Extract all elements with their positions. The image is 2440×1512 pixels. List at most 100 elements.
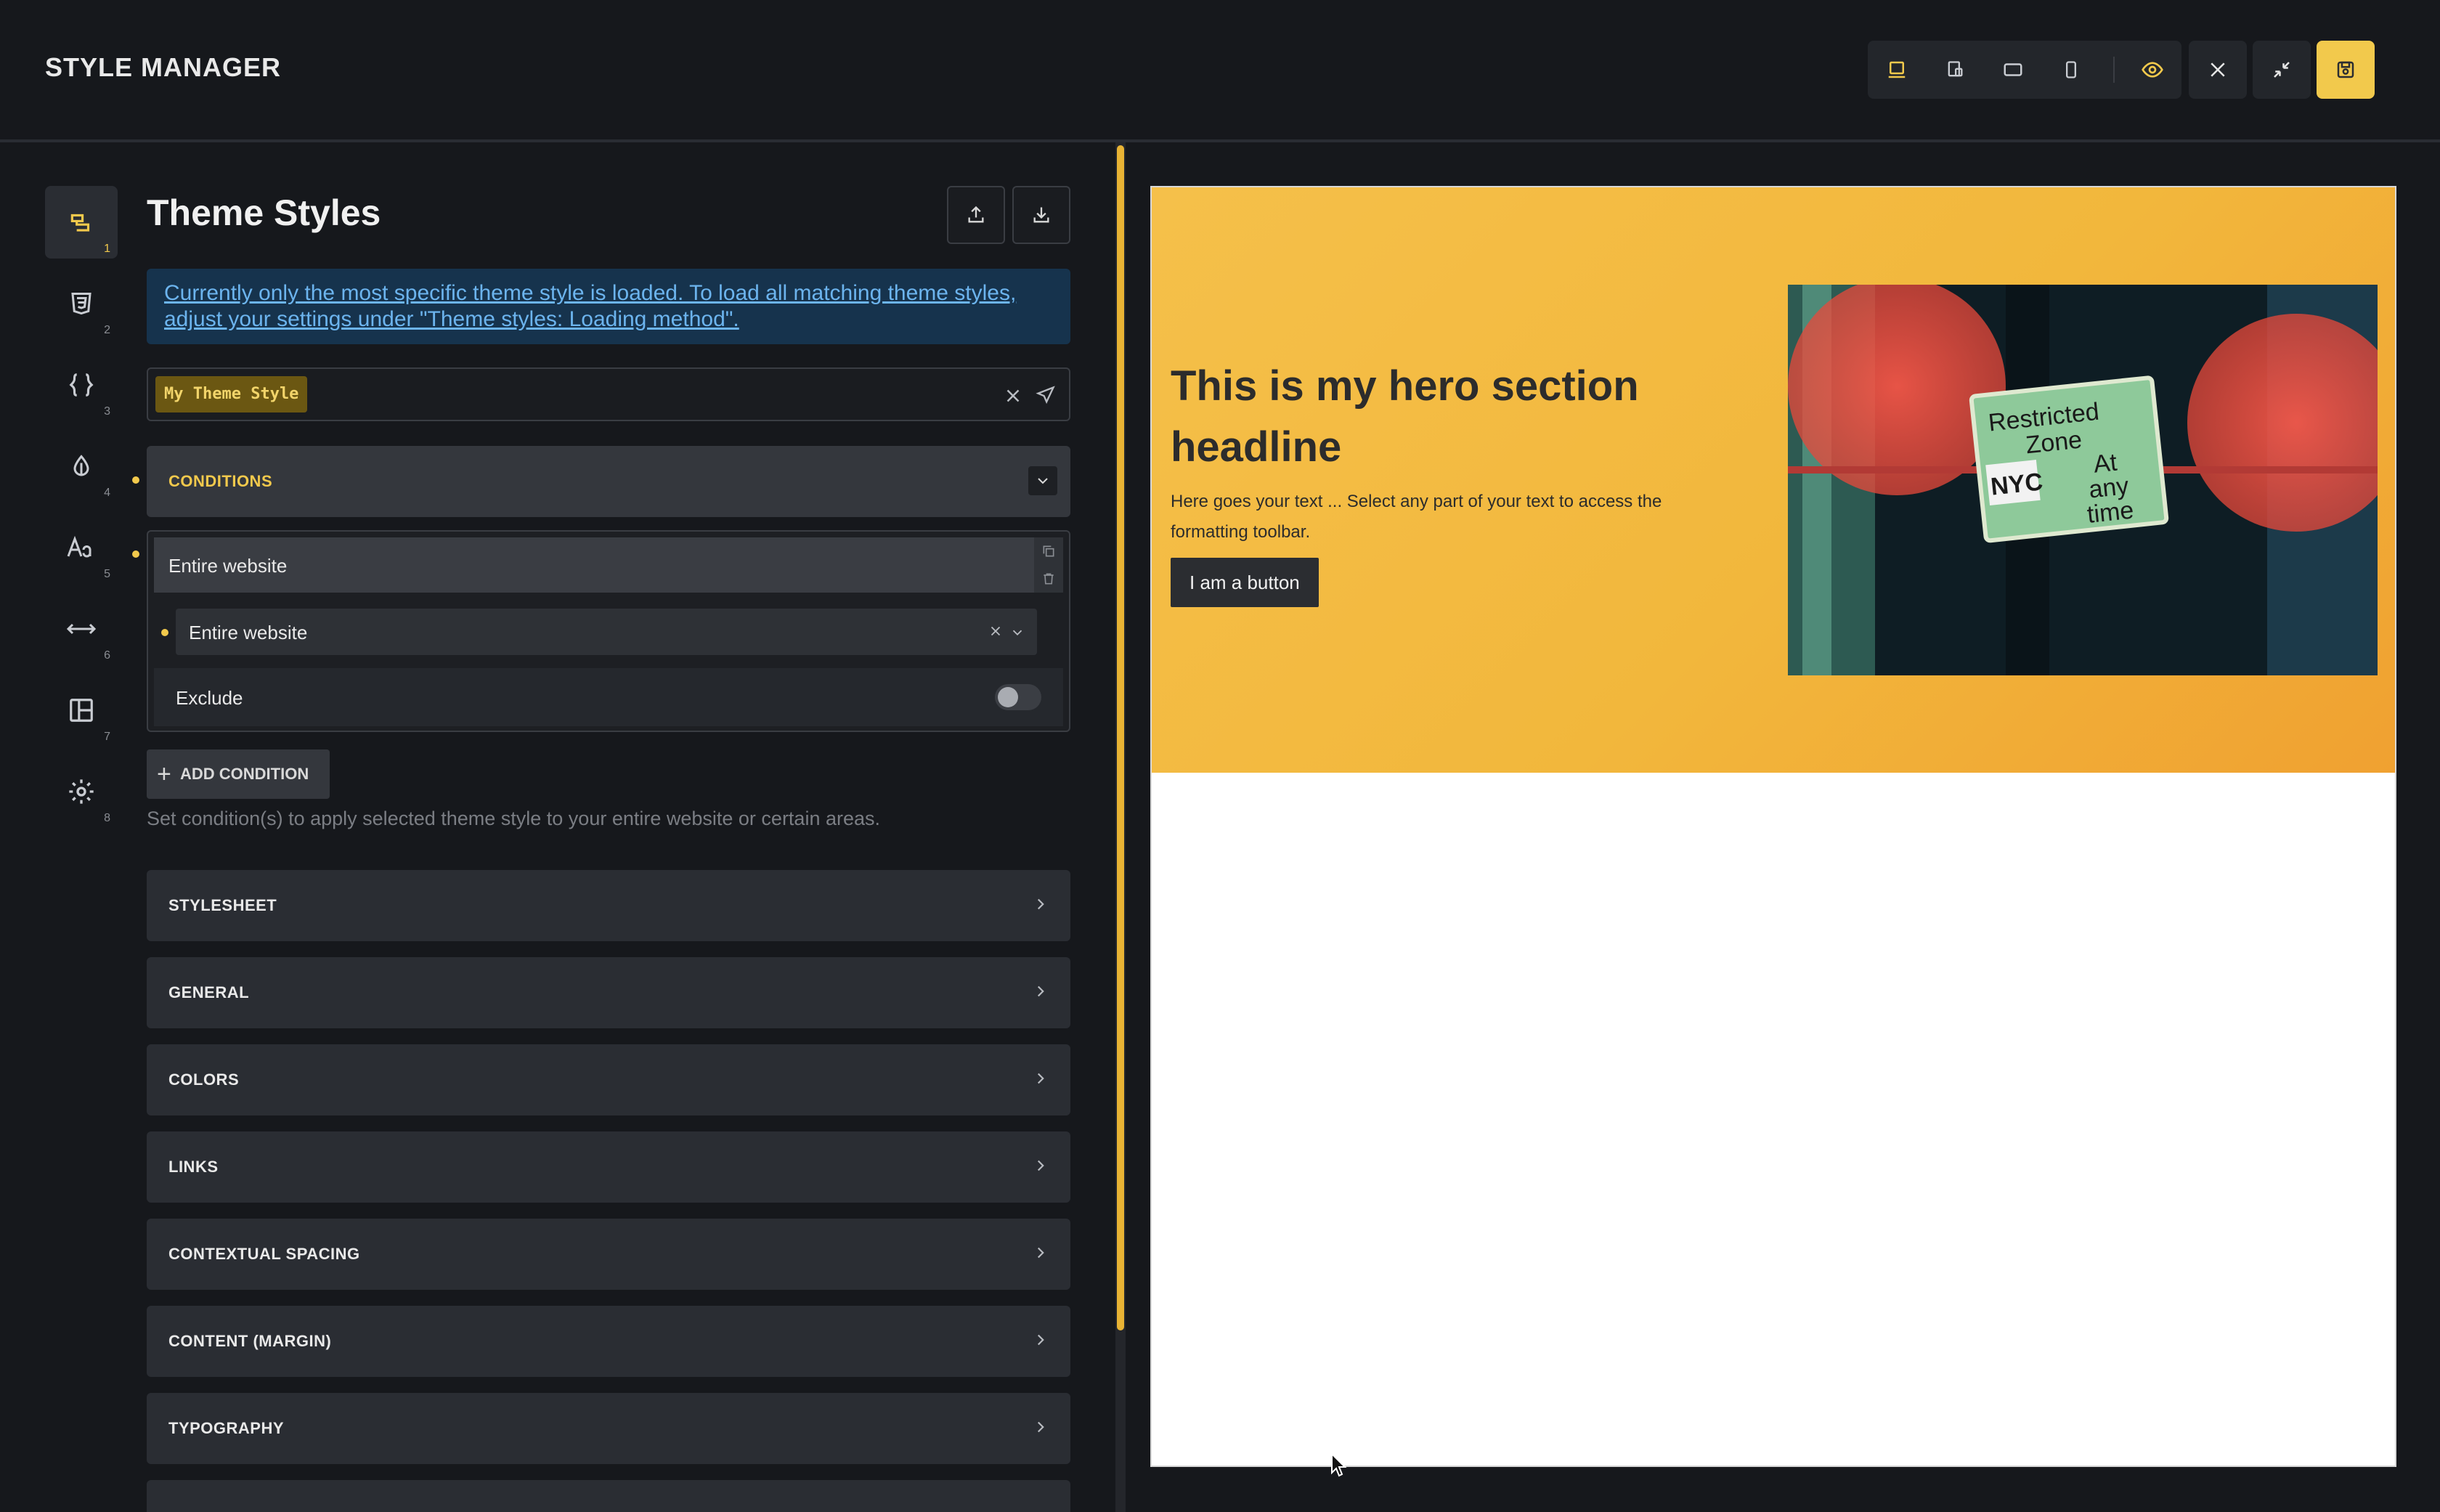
clear-condition-button[interactable] [988,623,1004,643]
chevron-right-icon [1037,1160,1044,1171]
chevron-right-icon [1037,1247,1044,1259]
theme-style-select[interactable]: My Theme Style [147,367,1070,421]
nav-item-typography[interactable]: 5 [45,511,118,584]
exclude-label: Exclude [176,687,243,709]
close-icon [1006,389,1020,402]
tablet-landscape-icon[interactable] [1984,41,2042,99]
close-button[interactable] [2189,41,2247,99]
conditions-toggle[interactable] [1028,466,1057,495]
nav-item-colors[interactable]: 4 [45,430,118,503]
accordion-label: STYLESHEET [168,896,277,914]
toggle-knob [998,687,1018,707]
eye-icon[interactable] [2123,41,2181,99]
import-button[interactable] [1012,186,1070,244]
accordion-contextual-spacing[interactable]: CONTEXTUAL SPACING [147,1219,1070,1290]
nav-number: 8 [104,812,110,824]
gear-icon [69,779,94,804]
close-icon [991,626,1001,636]
nav-item-layout[interactable]: 7 [45,674,118,747]
chevron-down-icon[interactable] [1009,625,1025,644]
toolbar-divider [2113,57,2115,83]
nav-item-css[interactable]: 2 [45,267,118,340]
app-title: STYLE MANAGER [45,52,282,82]
export-button[interactable] [947,186,1005,244]
delete-condition-button[interactable] [1034,565,1063,593]
nav-number: 1 [104,243,110,255]
spacing-arrows-icon [66,623,97,635]
theme-select-pointer[interactable] [1036,385,1056,409]
condition-type-value: Entire website [189,622,308,643]
accordion-label: GENERAL [168,983,250,1001]
accordion-typography[interactable]: TYPOGRAPHY [147,1393,1070,1464]
clone-condition-button[interactable] [1034,537,1063,565]
chevron-right-icon [1037,985,1044,997]
accordion-label: LINKS [168,1158,219,1176]
restricted-zone-sign-photo: Restricted Zone NYC At any time [1788,285,2378,675]
nav-item-theme-styles[interactable]: 1 [45,186,118,259]
select-indicator-dot [161,629,168,636]
save-icon [2337,61,2354,78]
hero-section[interactable]: This is my hero section headline Here go… [1152,187,2395,773]
hero-image[interactable]: Restricted Zone NYC At any time [1788,285,2378,675]
accordion-colors[interactable]: COLORS [147,1044,1070,1115]
condition-type-select[interactable]: Entire website [176,609,1037,655]
clear-theme-button[interactable] [1002,385,1024,410]
hero-text[interactable]: Here goes your text ... Select any part … [1171,487,1723,548]
chevron-right-icon [1037,898,1044,910]
theme-styles-icon [70,214,90,232]
css3-icon [71,293,92,315]
laptop-icon[interactable] [1926,41,1984,99]
conditions-accordion[interactable]: CONDITIONS [147,446,1070,517]
panel-scrollbar-thumb[interactable] [1117,145,1124,1330]
sign-logo: NYC [1989,468,2044,500]
accordion-label: CONTENT (MARGIN) [168,1332,332,1350]
conditions-help-text: Set condition(s) to apply selected theme… [147,808,881,829]
condition-indicator-dot [132,550,139,558]
style-manager-window: STYLE MANAGER 1 2 3 4 5 6 7 8 Theme Styl… [0,0,2440,1512]
nav-item-settings[interactable]: 8 [45,755,118,828]
panel-title: Theme Styles [147,192,381,233]
chevron-down-icon [1038,478,1048,484]
layout-icon [70,699,93,722]
top-bar: STYLE MANAGER [0,0,2440,142]
conditions-label: CONDITIONS [168,472,273,490]
loading-method-notice-link[interactable]: Currently only the most specific theme s… [147,269,1070,344]
sidebar-nav: 1 2 3 4 5 6 7 8 [0,145,138,1512]
add-condition-button[interactable]: + ADD CONDITION [147,749,330,799]
nav-number: 7 [104,731,110,743]
accordion-stylesheet[interactable]: STYLESHEET [147,870,1070,941]
hero-headline[interactable]: This is my hero section headline [1171,356,1737,478]
accordion-content-margin[interactable]: CONTENT (MARGIN) [147,1306,1070,1377]
accordion-links[interactable]: LINKS [147,1131,1070,1203]
mouse-cursor-icon [1331,1452,1347,1477]
copy-icon [1043,545,1054,557]
cursor-arrow-icon [1036,386,1055,405]
accordion-general[interactable]: GENERAL [147,957,1070,1028]
minimize-button[interactable] [2253,41,2311,99]
desktop-icon[interactable] [1868,41,1926,99]
nav-item-code[interactable]: 3 [45,349,118,421]
accordion-next-partial[interactable] [147,1480,1070,1512]
plus-icon: + [157,760,171,788]
preview-canvas: This is my hero section headline Here go… [1150,186,2396,1467]
drop-icon [73,455,89,476]
condition-header-label: Entire website [168,555,288,577]
sign-line-zone: Zone [2025,426,2083,459]
theme-styles-panel: Theme Styles Currently only the most spe… [132,145,1070,1512]
save-button[interactable] [2317,41,2375,99]
accordion-label: TYPOGRAPHY [168,1419,285,1437]
exclude-toggle[interactable] [995,684,1041,710]
code-braces-icon [69,373,94,397]
condition-header[interactable]: Entire website [154,537,1038,593]
download-icon [1033,207,1049,223]
nav-item-spacing[interactable]: 6 [45,593,118,665]
conditions-indicator-dot [132,476,139,484]
hero-button[interactable]: I am a button [1171,558,1319,607]
minimize-icon [2274,62,2290,78]
chevron-right-icon [1037,1073,1044,1084]
exclude-row: Exclude [154,668,1063,726]
accordion-label: CONTEXTUAL SPACING [168,1245,360,1263]
nav-number: 5 [104,568,110,580]
mobile-icon[interactable] [2042,41,2100,99]
trash-icon [1044,573,1054,585]
